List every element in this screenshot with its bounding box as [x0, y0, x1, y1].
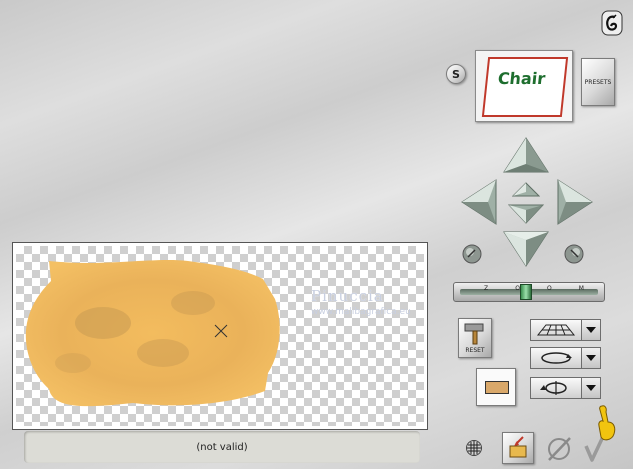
status-bar: (not valid): [24, 431, 420, 463]
zoom-slider-thumb[interactable]: [520, 284, 532, 300]
rotate-vertical-dropdown[interactable]: [530, 376, 602, 400]
zoom-letter: Z: [484, 285, 489, 292]
zoom-letter: M: [578, 285, 584, 292]
presets-label: PRESETS: [584, 78, 612, 86]
open-folder-button[interactable]: [502, 432, 534, 464]
color-swatch-icon: [485, 381, 509, 394]
zoom-letter: O: [546, 285, 552, 292]
thumbnail-preview[interactable]: Chair: [475, 50, 573, 122]
rotate-vertical-icon: [530, 377, 582, 399]
help-icon[interactable]: [601, 10, 623, 36]
reset-button[interactable]: RESET: [458, 318, 492, 358]
chevron-down-icon: [582, 347, 601, 369]
perspective-dropdown[interactable]: [530, 318, 602, 342]
arrow-down-button[interactable]: [502, 230, 550, 268]
thumbnail-text: Chair: [496, 69, 547, 88]
rotate-right-knob[interactable]: [564, 244, 584, 264]
chevron-down-icon: [582, 377, 601, 399]
arrow-right-button[interactable]: [556, 178, 594, 226]
zoom-slider[interactable]: Z O O M: [453, 282, 605, 302]
small-arrow-down-button[interactable]: [508, 204, 544, 224]
presets-button[interactable]: PRESETS: [581, 58, 615, 106]
rotate-horizontal-icon: [530, 347, 582, 369]
rotate-horizontal-dropdown[interactable]: [530, 346, 602, 370]
color-swatch-button[interactable]: [476, 368, 516, 406]
pointing-hand-icon: [596, 404, 620, 444]
small-arrow-up-button[interactable]: [512, 182, 540, 198]
status-text: (not valid): [196, 441, 248, 453]
thumbnail-frame: Chair: [481, 57, 569, 117]
s-button[interactable]: S: [446, 64, 466, 84]
preview-canvas[interactable]: Pinuccia www.malibagrafica.eu: [12, 242, 428, 430]
open-folder-icon: [509, 436, 527, 458]
watermark-url: www.malibagrafica.eu: [311, 307, 411, 317]
zoom-label-row: Z O O M: [484, 285, 584, 292]
cancel-icon[interactable]: [544, 434, 574, 464]
deformation-dialog: S Chair PRESETS Z O O M Pinuccia www.mal…: [0, 0, 633, 469]
reset-label: RESET: [465, 347, 485, 354]
deformed-shape: [25, 260, 280, 407]
perspective-plane-icon: [530, 319, 582, 341]
hammer-icon: [464, 323, 484, 345]
arrow-left-button[interactable]: [460, 178, 498, 226]
chevron-down-icon: [582, 319, 601, 341]
rotate-left-knob[interactable]: [462, 244, 482, 264]
arrow-up-button[interactable]: [502, 136, 550, 174]
watermark-name: Pinuccia: [311, 287, 384, 305]
grid-icon[interactable]: [466, 440, 482, 456]
